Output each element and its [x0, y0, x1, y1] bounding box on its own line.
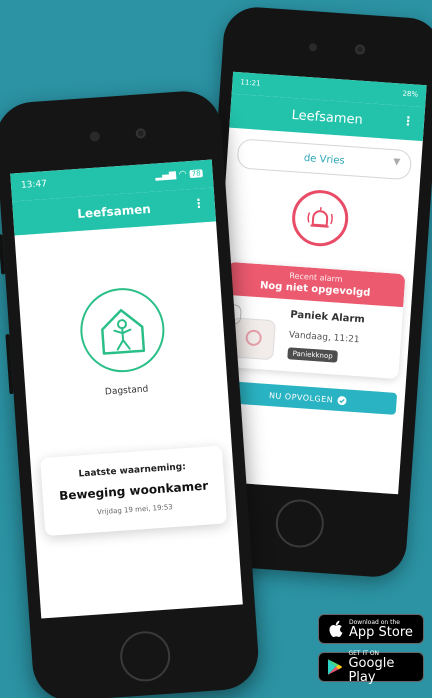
alarm-time: Vandaag, 11:21	[288, 330, 360, 346]
front-phone: 13:47 ▂▄▆ ◠ 78 Leefsamen ⋮ Dagstand Laats…	[0, 88, 261, 698]
front-phone-screen: 13:47 ▂▄▆ ◠ 78 Leefsamen ⋮ Dagstand Laats…	[10, 159, 243, 619]
app-store-badge[interactable]: Download on the App Store	[318, 614, 424, 644]
front-camera	[135, 128, 147, 139]
home-button[interactable]	[118, 629, 172, 684]
google-play-icon	[327, 659, 342, 675]
last-observation-card[interactable]: Laatste waarneming: Beweging woonkamer V…	[40, 445, 228, 537]
status-time: 11:21	[240, 78, 261, 88]
house-person-icon	[77, 285, 168, 375]
alarm-name: Paniek Alarm	[289, 309, 366, 326]
chevron-down-icon: ▼	[392, 157, 401, 168]
follow-up-button[interactable]: NU OPVOLGEN	[218, 380, 398, 415]
person-select-value: de Vries	[303, 152, 346, 167]
app-title: Leefsamen	[291, 107, 364, 128]
side-button	[0, 234, 6, 275]
observation-label: Laatste waarneming:	[78, 462, 187, 480]
front-camera	[354, 44, 366, 55]
check-circle-icon	[337, 395, 347, 405]
status-battery: 28%	[402, 89, 419, 99]
alarm-bell-icon	[290, 188, 351, 249]
speaker	[89, 131, 101, 142]
more-menu-icon[interactable]: ⋮	[192, 196, 205, 211]
google-play-badge[interactable]: GET IT ON Google Play	[318, 650, 424, 685]
google-play-label: Google Play	[348, 655, 395, 685]
app-title: Leefsamen	[76, 201, 152, 222]
more-menu-icon[interactable]: ⋮	[402, 114, 415, 129]
battery-icon: 78	[189, 169, 203, 179]
status-icons: ▂▄▆ ◠ 78	[155, 169, 203, 182]
status-time: 13:47	[20, 179, 48, 191]
follow-up-label: NU OPVOLGEN	[268, 390, 334, 405]
speaker	[308, 42, 318, 52]
person-select[interactable]: de Vries ▼	[236, 138, 413, 181]
apple-logo-icon	[329, 620, 343, 637]
alarm-card-body: Paniek Alarm Vandaag, 11:21 Paniekknop	[221, 295, 404, 379]
observation-value: Beweging woonkamer	[58, 478, 209, 503]
alarm-card[interactable]: Recent alarm Nog niet opgevolgd Paniek A…	[220, 261, 406, 380]
mode-label: Dagstand	[104, 384, 149, 398]
alarm-info: Paniek Alarm Vandaag, 11:21 Paniekknop	[287, 309, 365, 366]
alarm-tag: Paniekknop	[287, 347, 339, 363]
device-button	[245, 329, 263, 347]
home-button[interactable]	[274, 497, 326, 550]
app-store-label: App Store	[349, 624, 413, 640]
observation-date: Vrijdag 19 mei, 19:53	[96, 503, 174, 517]
side-button	[5, 334, 14, 395]
